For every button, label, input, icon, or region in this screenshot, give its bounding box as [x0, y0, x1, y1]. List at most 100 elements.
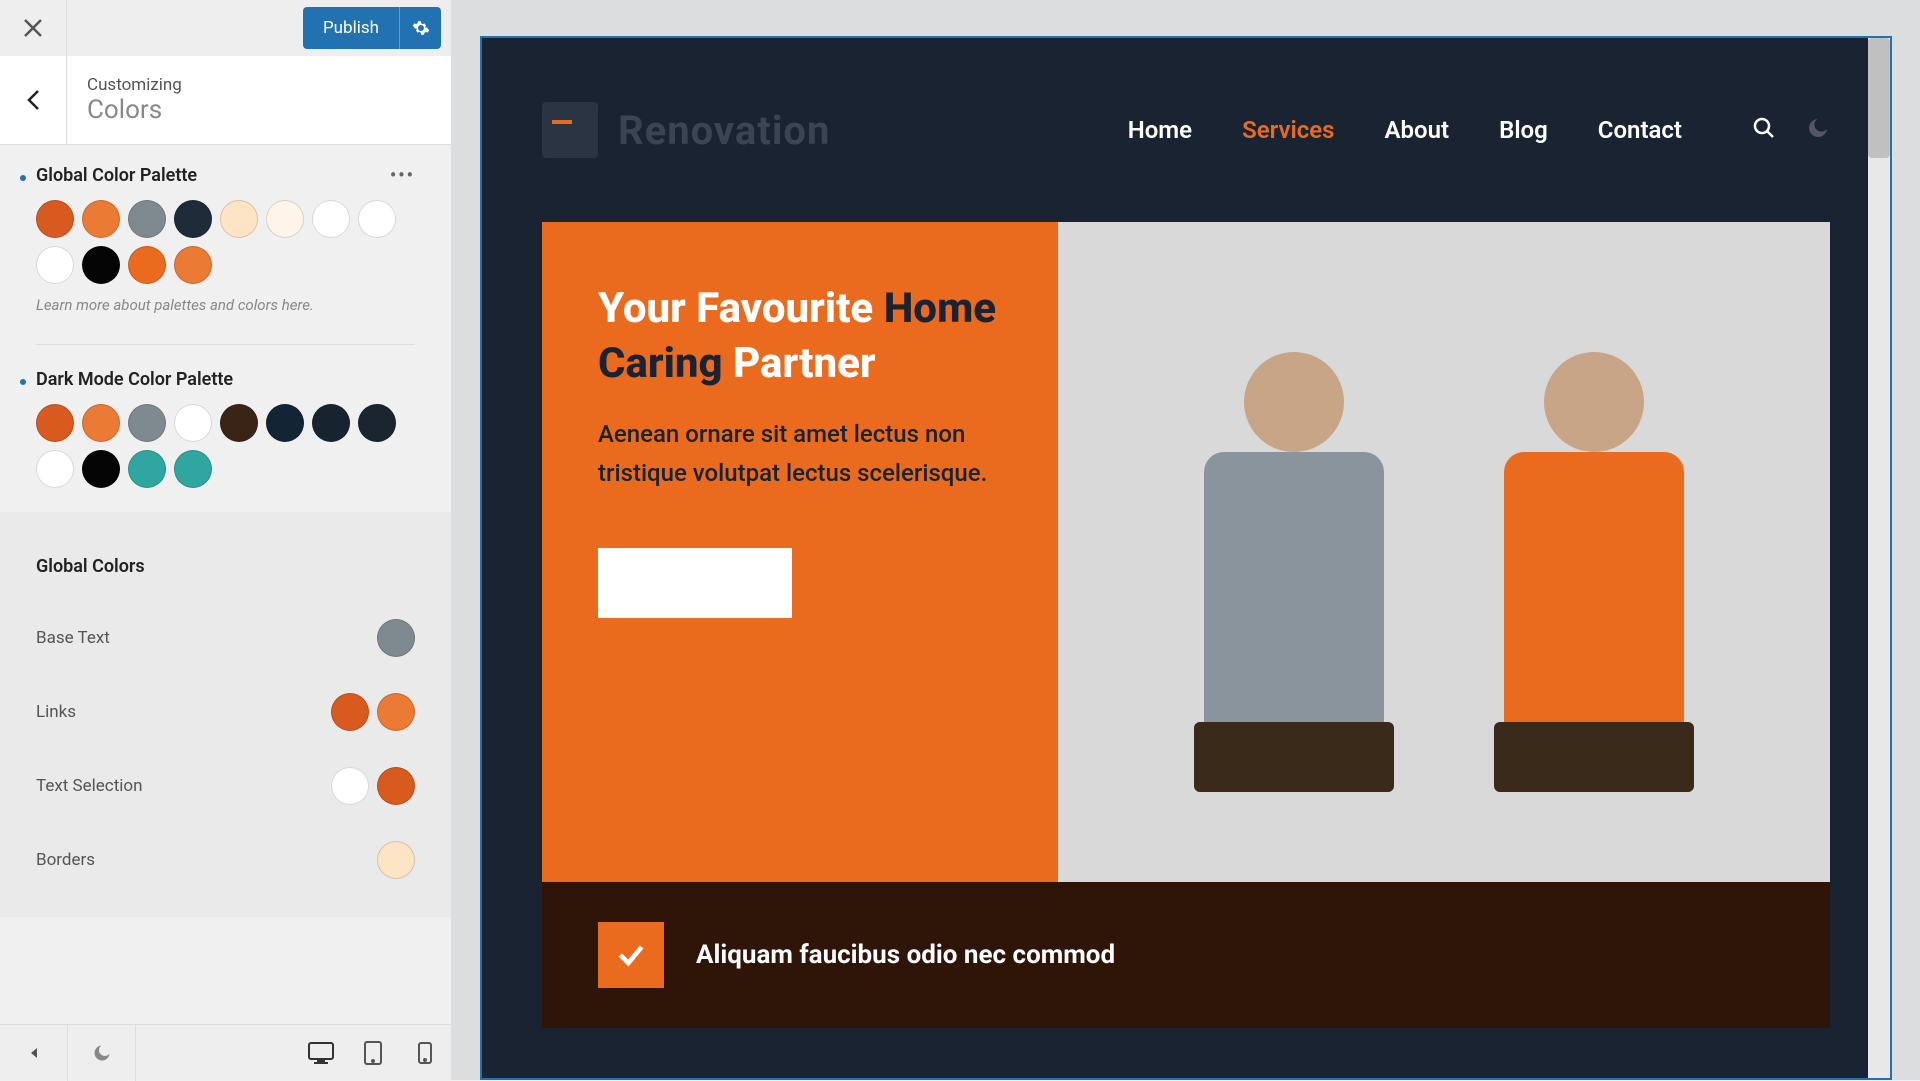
global-palette-swatches — [36, 200, 415, 284]
preview-wrap: Renovation HomeServicesAboutBlogContact … — [452, 0, 1920, 1080]
color-swatch[interactable] — [174, 246, 212, 284]
color-swatch[interactable] — [128, 450, 166, 488]
hero-description: Aenean ornare sit amet lectus non tristi… — [598, 415, 1002, 492]
color-setting-row: Borders — [36, 823, 415, 897]
color-chip[interactable] — [331, 767, 369, 805]
feature-text: Aliquam faucibus odio nec commod — [696, 940, 1115, 970]
customizer-footer — [0, 1024, 451, 1080]
nav-link[interactable]: Services — [1242, 116, 1334, 144]
breadcrumb-parent: Customizing — [87, 75, 182, 95]
color-swatch[interactable] — [312, 404, 350, 442]
site-preview[interactable]: Renovation HomeServicesAboutBlogContact … — [480, 36, 1892, 1080]
color-swatch[interactable] — [36, 450, 74, 488]
hero-section: Your Favourite Home Caring Partner Aenea… — [542, 222, 1830, 882]
customizer-header: Publish — [0, 0, 451, 56]
triangle-left-icon — [27, 1046, 41, 1060]
color-chip[interactable] — [377, 693, 415, 731]
theme-toggle-button[interactable] — [1806, 116, 1830, 144]
color-swatch[interactable] — [358, 200, 396, 238]
color-chip[interactable] — [377, 841, 415, 879]
logo[interactable]: Renovation — [542, 102, 830, 158]
nav-link[interactable]: About — [1385, 116, 1450, 144]
main-nav: Home Services About Blog Contact — [1128, 116, 1830, 144]
color-swatch[interactable] — [128, 246, 166, 284]
device-desktop-button[interactable] — [295, 1025, 347, 1081]
global-colors-heading: Global Colors — [36, 556, 415, 577]
color-swatch[interactable] — [220, 200, 258, 238]
logo-icon — [542, 102, 598, 158]
color-swatch[interactable] — [82, 246, 120, 284]
worker-figure-1 — [1154, 322, 1434, 882]
dark-mode-toggle[interactable] — [68, 1025, 136, 1081]
device-tablet-button[interactable] — [347, 1025, 399, 1081]
feature-bar: Aliquam faucibus odio nec commod — [542, 882, 1830, 1028]
color-swatch[interactable] — [82, 450, 120, 488]
color-setting-row: Base Text — [36, 601, 415, 675]
section-global-palette[interactable]: Global Color Palette ••• — [36, 165, 415, 186]
section-title-label: Dark Mode Color Palette — [36, 369, 233, 390]
nav-link[interactable]: Blog — [1499, 116, 1548, 144]
color-swatch[interactable] — [266, 200, 304, 238]
site-header: Renovation Home Services About Blog Contact — [482, 38, 1890, 222]
hero-image — [1058, 222, 1830, 882]
chevron-left-icon — [26, 89, 40, 111]
color-swatch[interactable] — [358, 404, 396, 442]
more-icon[interactable]: ••• — [390, 165, 415, 186]
hero-text: Your Favourite Home Caring Partner Aenea… — [542, 222, 1058, 882]
color-swatch[interactable] — [174, 450, 212, 488]
color-label: Text Selection — [36, 776, 142, 796]
color-swatch[interactable] — [128, 404, 166, 442]
color-swatch[interactable] — [312, 200, 350, 238]
customizer-sidebar: Publish Customizing Colors Global Color … — [0, 0, 452, 1080]
close-button[interactable] — [0, 0, 67, 56]
color-chip[interactable] — [377, 619, 415, 657]
site-name: Renovation — [618, 107, 830, 154]
color-swatch[interactable] — [36, 404, 74, 442]
moon-icon — [92, 1043, 112, 1063]
color-swatch[interactable] — [220, 404, 258, 442]
color-chip[interactable] — [331, 693, 369, 731]
color-swatch[interactable] — [266, 404, 304, 442]
publish-button[interactable]: Publish — [303, 7, 399, 49]
search-button[interactable] — [1752, 116, 1776, 144]
device-mobile-button[interactable] — [399, 1025, 451, 1081]
color-label: Links — [36, 702, 76, 722]
palette-hint[interactable]: Learn more about palettes and colors her… — [36, 296, 415, 314]
panel-body[interactable]: Global Color Palette ••• Learn more abou… — [0, 145, 451, 1024]
section-title-label: Global Color Palette — [36, 165, 197, 186]
color-label: Borders — [36, 850, 95, 870]
tablet-icon — [364, 1041, 382, 1065]
gear-icon — [412, 19, 430, 37]
color-swatch[interactable] — [82, 404, 120, 442]
desktop-icon — [308, 1042, 334, 1064]
nav-link[interactable]: Contact — [1598, 116, 1682, 144]
section-dark-palette[interactable]: Dark Mode Color Palette — [36, 369, 415, 390]
check-icon — [615, 939, 647, 971]
close-icon — [24, 19, 42, 37]
hero-title: Your Favourite Home Caring Partner — [598, 282, 1002, 391]
color-swatch[interactable] — [174, 200, 212, 238]
search-icon — [1752, 116, 1776, 140]
breadcrumb: Customizing Colors — [0, 56, 451, 145]
moon-icon — [1806, 116, 1830, 140]
color-swatch[interactable] — [36, 200, 74, 238]
color-chip[interactable] — [377, 767, 415, 805]
publish-label: Publish — [323, 18, 379, 38]
mobile-icon — [418, 1042, 432, 1064]
publish-settings-button[interactable] — [399, 7, 441, 49]
nav-link[interactable]: Home — [1128, 116, 1192, 144]
worker-figure-2 — [1454, 322, 1734, 882]
breadcrumb-title: Colors — [87, 95, 182, 125]
color-label: Base Text — [36, 628, 110, 648]
feature-check-icon — [598, 922, 664, 988]
color-swatch[interactable] — [174, 404, 212, 442]
dark-palette-swatches — [36, 404, 415, 488]
color-swatch[interactable] — [36, 246, 74, 284]
color-setting-row: Links — [36, 675, 415, 749]
hero-cta-button[interactable] — [598, 548, 792, 618]
back-button[interactable] — [0, 56, 67, 144]
collapse-button[interactable] — [0, 1025, 68, 1081]
preview-scrollbar[interactable] — [1868, 38, 1890, 1078]
color-swatch[interactable] — [128, 200, 166, 238]
color-swatch[interactable] — [82, 200, 120, 238]
